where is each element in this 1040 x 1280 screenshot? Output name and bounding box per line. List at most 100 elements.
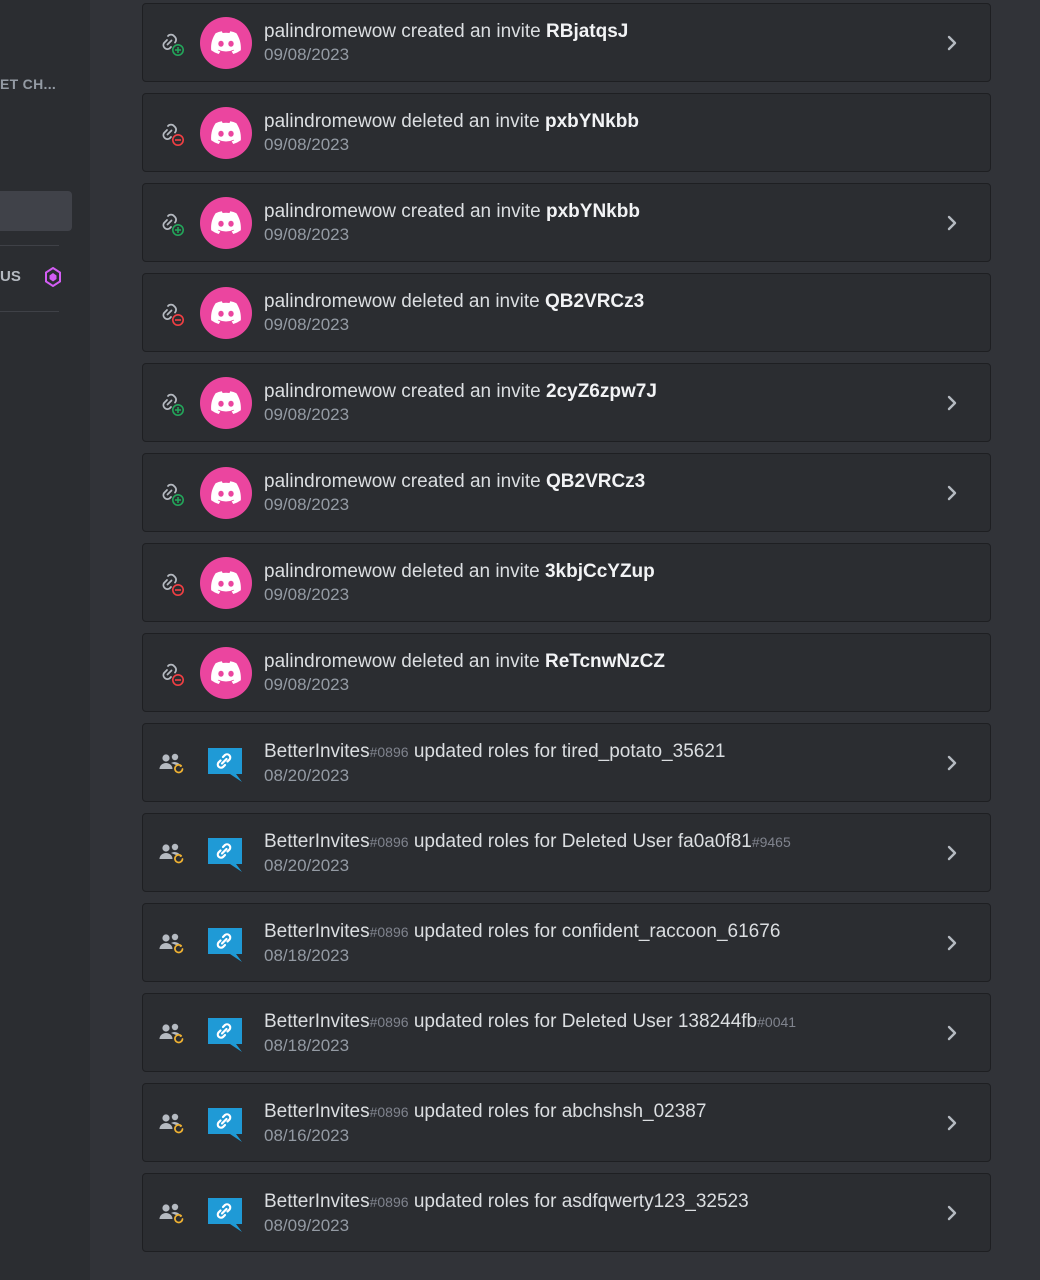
role-update-icon [158, 930, 186, 956]
action-text: deleted an invite [401, 561, 540, 582]
target-name: RBjatqsJ [546, 21, 629, 42]
target-name: ReTcnwNzCZ [544, 651, 665, 672]
target-name: asdfqwerty123_32523 [561, 1191, 749, 1212]
chevron-right-icon[interactable] [942, 932, 962, 954]
audit-log-list: palindromewow created an invite RBjatqsJ… [142, 3, 991, 1252]
actor-username[interactable]: BetterInvites [264, 1191, 370, 1212]
entry-date: 09/08/2023 [264, 585, 350, 604]
user-avatar[interactable] [200, 287, 252, 339]
actor-username[interactable]: BetterInvites [264, 1101, 370, 1122]
user-avatar[interactable] [200, 467, 252, 519]
chevron-right-icon[interactable] [942, 842, 962, 864]
actor-discriminator: #0896 [369, 924, 409, 940]
bot-avatar[interactable] [206, 1106, 244, 1144]
user-avatar[interactable] [200, 107, 252, 159]
actor-username[interactable]: palindromewow [264, 21, 396, 42]
actor-discriminator: #0896 [369, 744, 409, 760]
actor-username[interactable]: BetterInvites [264, 1011, 370, 1032]
chevron-right-icon[interactable] [942, 212, 962, 234]
sidebar-divider [0, 245, 59, 246]
actor-username[interactable]: palindromewow [264, 201, 396, 222]
action-text: deleted an invite [401, 291, 540, 312]
audit-log-entry[interactable]: BetterInvites#0896 updated roles for asd… [142, 1173, 991, 1252]
actor-username[interactable]: palindromewow [264, 381, 396, 402]
audit-log-entry[interactable]: BetterInvites#0896 updated roles for con… [142, 903, 991, 982]
target-name: 2cyZ6zpw7J [546, 381, 657, 402]
bot-avatar[interactable] [206, 746, 244, 784]
user-avatar[interactable] [200, 647, 252, 699]
action-text: updated roles for [413, 1101, 557, 1122]
target-name: QB2VRCz3 [546, 471, 646, 492]
entry-date: 09/08/2023 [264, 675, 350, 694]
actor-username[interactable]: BetterInvites [264, 831, 370, 852]
audit-log-entry[interactable]: BetterInvites#0896 updated roles for tir… [142, 723, 991, 802]
actor-username[interactable]: palindromewow [264, 471, 396, 492]
action-text: deleted an invite [401, 111, 540, 132]
invite-create-icon [158, 210, 186, 236]
invite-delete-icon [158, 660, 186, 686]
entry-date: 09/08/2023 [264, 225, 350, 244]
action-text: created an invite [401, 201, 541, 222]
target-name: QB2VRCz3 [544, 291, 645, 312]
settings-sidebar: ET CH... US [0, 0, 90, 1280]
chevron-right-icon[interactable] [942, 392, 962, 414]
entry-date: 08/20/2023 [264, 766, 350, 785]
chevron-right-icon[interactable] [942, 482, 962, 504]
action-text: created an invite [401, 381, 541, 402]
bot-avatar[interactable] [206, 1016, 244, 1054]
bot-avatar[interactable] [206, 836, 244, 874]
role-update-icon [158, 1020, 186, 1046]
action-text: updated roles for [413, 741, 557, 762]
bot-avatar[interactable] [206, 1196, 244, 1234]
user-avatar[interactable] [200, 197, 252, 249]
target-discriminator: #9465 [751, 834, 791, 850]
sidebar-item-label[interactable]: US [0, 268, 21, 285]
audit-log-entry: palindromewow deleted an invite 3kbjCcYZ… [142, 543, 991, 622]
actor-username[interactable]: palindromewow [264, 651, 396, 672]
entry-date: 09/08/2023 [264, 45, 350, 64]
role-update-icon [158, 1110, 186, 1136]
actor-username[interactable]: palindromewow [264, 111, 396, 132]
target-name: abchshsh_02387 [561, 1101, 707, 1122]
user-avatar[interactable] [200, 17, 252, 69]
target-name: confident_raccoon_61676 [561, 921, 781, 942]
actor-username[interactable]: palindromewow [264, 291, 396, 312]
user-avatar[interactable] [200, 377, 252, 429]
entry-date: 08/16/2023 [264, 1126, 350, 1145]
action-text: created an invite [401, 471, 541, 492]
chevron-right-icon[interactable] [942, 752, 962, 774]
audit-log-entry[interactable]: palindromewow created an invite pxbYNkbb… [142, 183, 991, 262]
invite-delete-icon [158, 120, 186, 146]
invite-delete-icon [158, 300, 186, 326]
bot-avatar[interactable] [206, 926, 244, 964]
target-name: pxbYNkbb [546, 201, 640, 222]
audit-log-entry[interactable]: BetterInvites#0896 updated roles for abc… [142, 1083, 991, 1162]
role-update-icon [158, 1200, 186, 1226]
target-name: tired_potato_35621 [561, 741, 726, 762]
action-text: created an invite [401, 21, 541, 42]
audit-log-entry[interactable]: BetterInvites#0896 updated roles for Del… [142, 813, 991, 892]
actor-username[interactable]: BetterInvites [264, 741, 370, 762]
sidebar-item-selected[interactable] [0, 191, 72, 231]
audit-log-entry[interactable]: BetterInvites#0896 updated roles for Del… [142, 993, 991, 1072]
role-update-icon [158, 750, 186, 776]
actor-discriminator: #0896 [369, 1014, 409, 1030]
action-text: updated roles for [413, 1191, 557, 1212]
actor-username[interactable]: BetterInvites [264, 921, 370, 942]
chevron-right-icon[interactable] [942, 32, 962, 54]
chevron-right-icon[interactable] [942, 1022, 962, 1044]
action-text: updated roles for [413, 1011, 557, 1032]
audit-log-entry[interactable]: palindromewow created an invite QB2VRCz3… [142, 453, 991, 532]
entry-date: 08/18/2023 [264, 1036, 350, 1055]
audit-log-entry[interactable]: palindromewow created an invite 2cyZ6zpw… [142, 363, 991, 442]
user-avatar[interactable] [200, 557, 252, 609]
entry-date: 08/20/2023 [264, 856, 350, 875]
audit-log-entry[interactable]: palindromewow created an invite RBjatqsJ… [142, 3, 991, 82]
role-update-icon [158, 840, 186, 866]
chevron-right-icon[interactable] [942, 1112, 962, 1134]
invite-create-icon [158, 390, 186, 416]
chevron-right-icon[interactable] [942, 1202, 962, 1224]
target-discriminator: #0041 [757, 1014, 797, 1030]
invite-delete-icon [158, 570, 186, 596]
actor-username[interactable]: palindromewow [264, 561, 396, 582]
